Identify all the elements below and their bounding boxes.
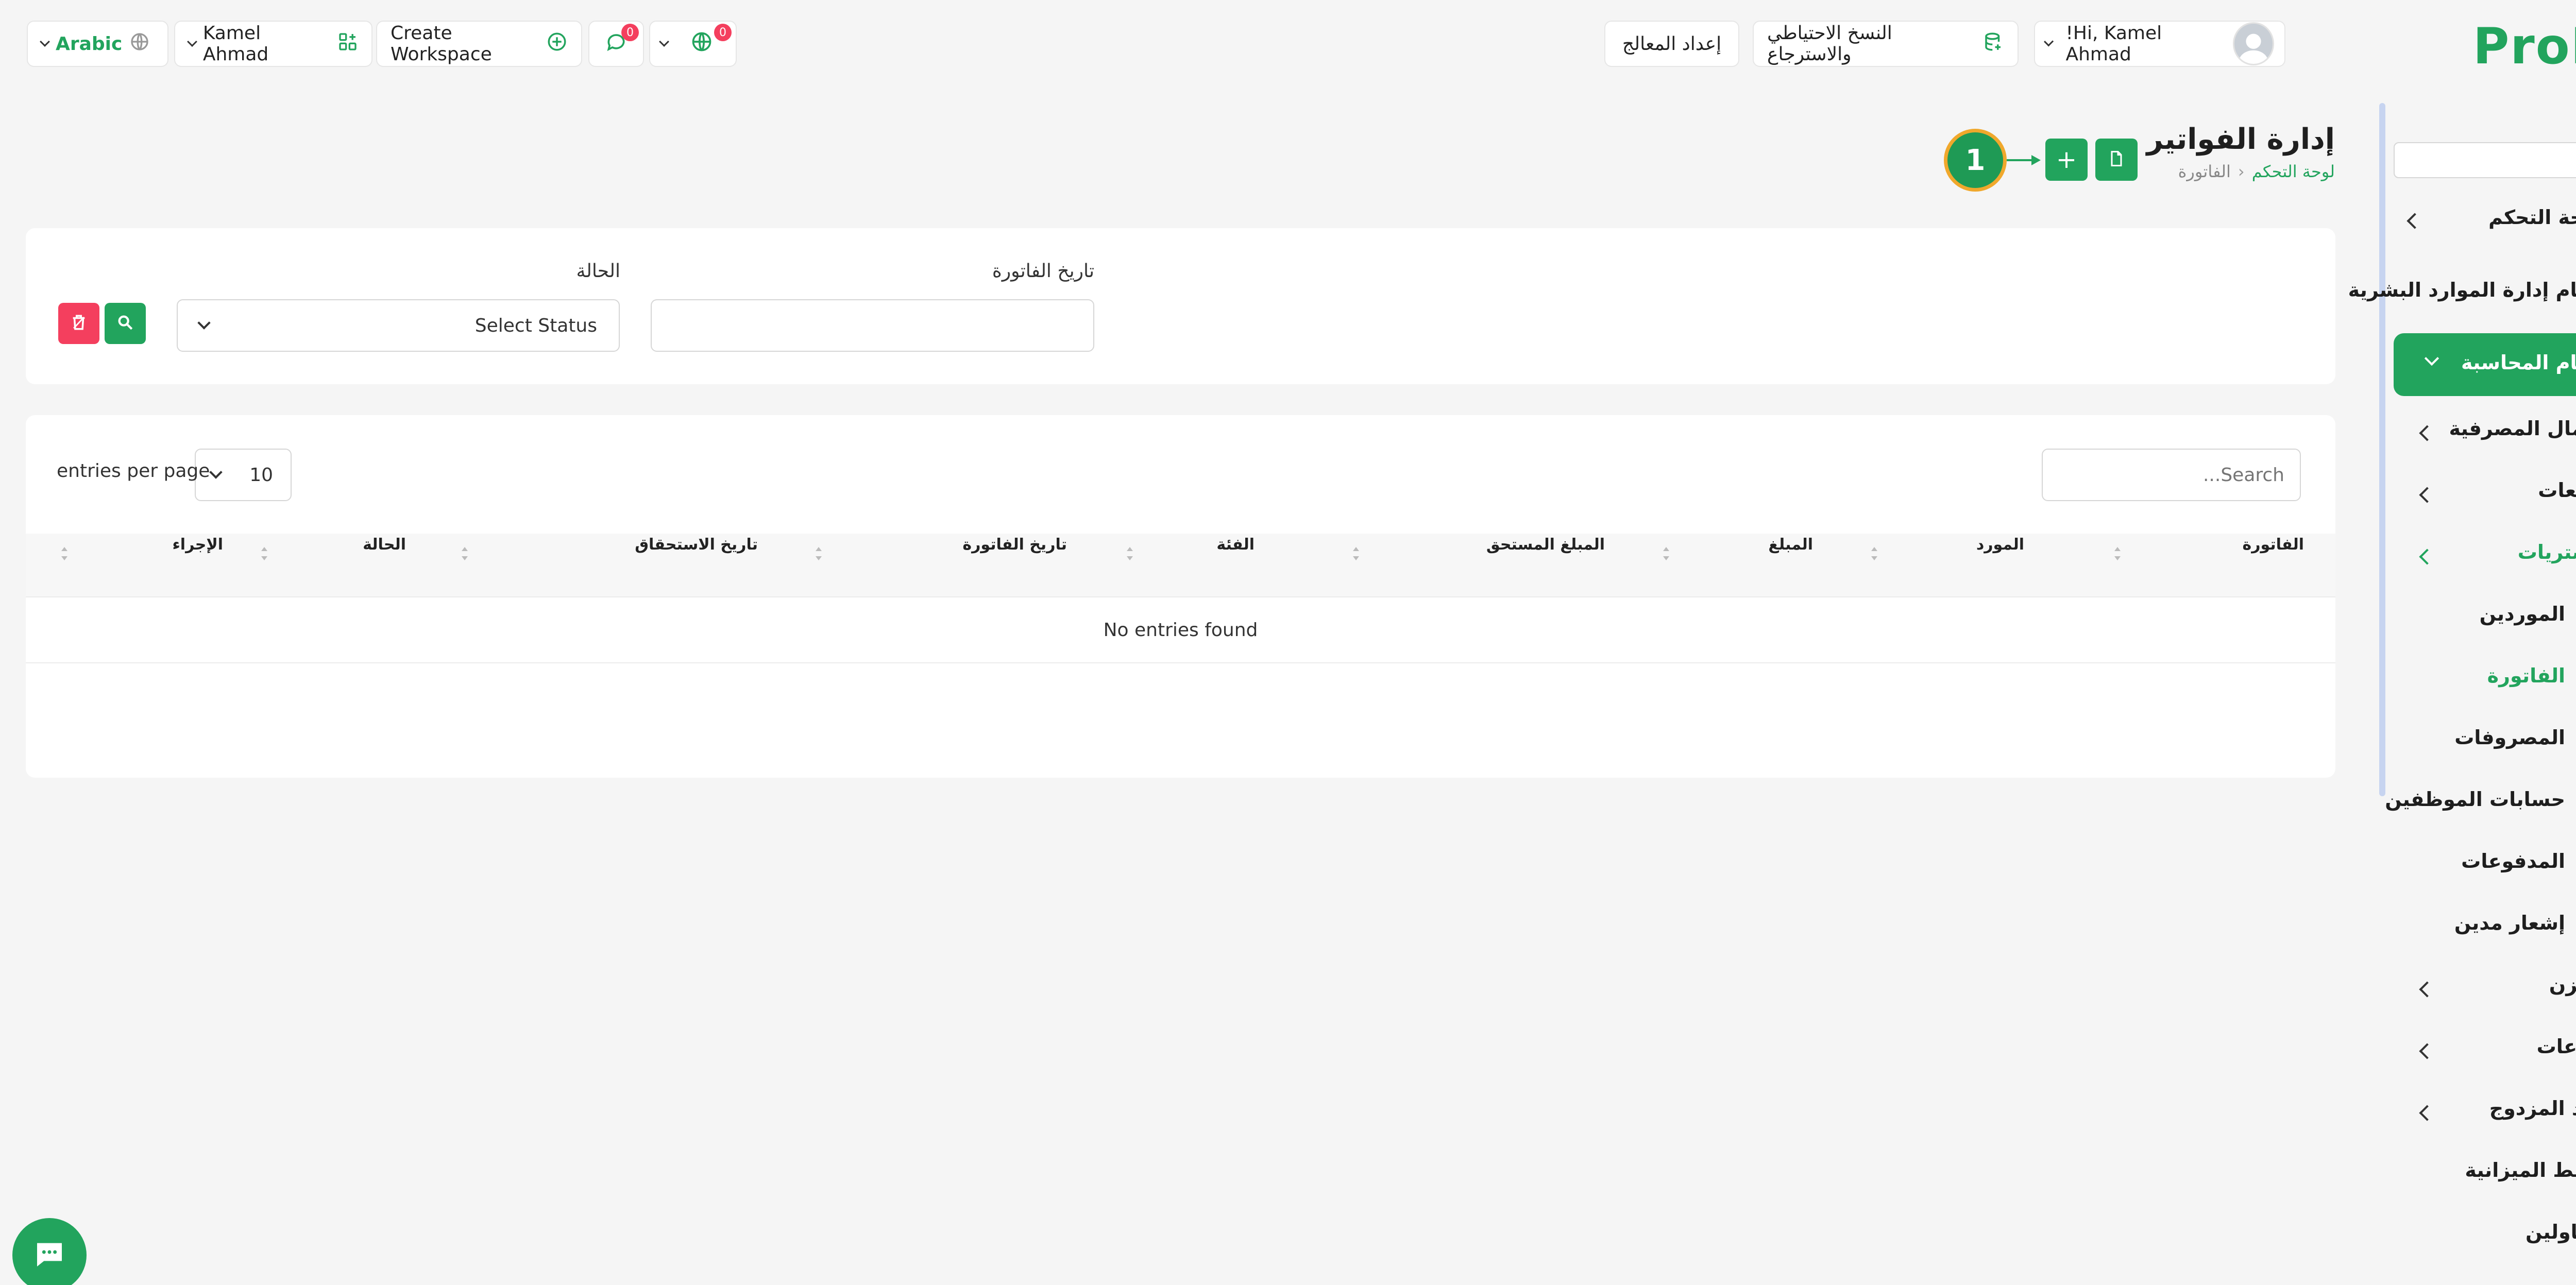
file-icon <box>2107 149 2126 170</box>
chat-badge: 0 <box>621 24 639 41</box>
sidebar-subitem-label: الموردين <box>2479 603 2565 625</box>
sidebar-subitem-label: المبيعات <box>2538 479 2576 502</box>
workspace-user-label: Kamel Ahmad <box>202 23 269 65</box>
sidebar-subitem-label: المشتريات <box>2517 541 2576 563</box>
sidebar-subitem-label: المقاولين <box>2526 1221 2576 1243</box>
globe-icon <box>690 30 713 58</box>
status-select[interactable]: Select Status <box>177 299 620 352</box>
globe-badge: 0 <box>714 24 732 41</box>
setup-wizard-label: إعداد المعالج <box>1622 33 1722 55</box>
avatar <box>2232 22 2274 65</box>
sidebar-subitem-label: إشعار مدين <box>2454 912 2565 934</box>
column-header-amount-due[interactable]: المبلغ المستحق <box>1486 536 1605 554</box>
column-header-action[interactable]: الإجراء <box>172 536 223 554</box>
sidebar-subitem-label: التبرعات <box>2536 1035 2576 1058</box>
chevron-down-icon <box>659 37 669 47</box>
status-label: الحالة <box>576 261 620 282</box>
column-header-due-date[interactable]: تاريخ الاستحقاق <box>635 536 758 554</box>
chat-bubble-icon <box>33 1238 66 1273</box>
column-header-invoice[interactable]: الفاتورة <box>2243 536 2304 554</box>
plus-icon: + <box>2056 145 2077 174</box>
sidebar-item-label: لوحة التحكم <box>2488 206 2576 229</box>
per-page-label: entries per page <box>57 460 210 482</box>
workspace-user-menu[interactable]: Kamel Ahmad <box>174 21 372 67</box>
column-header-status[interactable]: الحالة <box>363 536 406 554</box>
chevron-down-icon <box>209 466 223 479</box>
create-workspace-button[interactable]: Create Workspace <box>376 21 582 67</box>
table-search-input[interactable] <box>2042 449 2301 501</box>
search-icon <box>116 314 134 333</box>
trash-icon <box>70 314 88 333</box>
backup-restore-button[interactable]: النسخ الاحتياطي والاسترجاع <box>1753 21 2019 67</box>
sidebar-subitem-label: القيد المزدوج <box>2489 1097 2576 1120</box>
sidebar-subitem-label: مخطط الميزانية <box>2465 1159 2576 1181</box>
breadcrumb-current: الفاتورة <box>2178 162 2231 181</box>
sidebar-subitem-label: المدفوعات <box>2461 850 2565 872</box>
sidebar-scrollbar[interactable] <box>2379 103 2385 796</box>
greeting-label: !Hi, Kamel Ahmad <box>2065 23 2162 65</box>
step-marker: 1 <box>1944 129 2007 192</box>
apps-icon <box>337 31 358 57</box>
support-chat-button[interactable] <box>12 1218 87 1285</box>
column-header-supplier[interactable]: المورد <box>1976 536 2024 554</box>
sort-icon[interactable] <box>1352 547 1360 560</box>
language-selector[interactable]: Arabic <box>27 21 168 67</box>
sort-icon[interactable] <box>1871 547 1878 560</box>
invoice-date-label: تاريخ الفاتورة <box>992 261 1094 282</box>
empty-message: No entries found <box>1103 619 1258 641</box>
chevron-down-icon <box>2044 37 2054 47</box>
sort-icon[interactable] <box>1126 547 1133 560</box>
export-file-button[interactable] <box>2095 139 2138 181</box>
globe-menu-button[interactable]: 0 <box>649 21 737 67</box>
add-invoice-button[interactable]: + <box>2045 139 2088 181</box>
breadcrumb-separator-icon: ‹ <box>2238 162 2245 181</box>
chat-notifications-button[interactable]: 0 <box>588 21 644 67</box>
brand-logo[interactable]: ProFy <box>2473 18 2576 75</box>
column-header-invoice-date[interactable]: تاريخ الفاتورة <box>962 536 1067 554</box>
plus-circle-icon <box>546 31 568 57</box>
sidebar-item-label: نظام المحاسبة <box>2461 351 2576 374</box>
empty-row: No entries found <box>26 597 2335 663</box>
breadcrumb: لوحة التحكم ‹ الفاتورة <box>2178 162 2335 181</box>
sort-icon[interactable] <box>1663 547 1670 560</box>
sort-icon[interactable] <box>61 547 68 560</box>
status-select-value: Select Status <box>474 315 597 336</box>
invoice-date-input[interactable] <box>651 299 1094 352</box>
sort-icon[interactable] <box>815 547 822 560</box>
sidebar-search-input[interactable] <box>2394 142 2576 178</box>
sort-icon[interactable] <box>2114 547 2121 560</box>
sidebar-subitem-label: حسابات الموظفين <box>2385 788 2565 811</box>
sidebar-subitem-label: المخزن <box>2549 973 2576 996</box>
sidebar-subitem-label: الفاتورة <box>2487 664 2565 687</box>
chevron-down-icon <box>187 37 197 47</box>
sort-icon[interactable] <box>261 547 268 560</box>
database-icon <box>1982 31 2004 57</box>
language-label: Arabic <box>56 33 123 55</box>
per-page-value: 10 <box>249 464 273 486</box>
sidebar-subitem-label: المصروفات <box>2454 726 2565 749</box>
setup-wizard-button[interactable]: إعداد المعالج <box>1604 21 1739 67</box>
sidebar-item-label: نظام إدارة الموارد البشرية <box>2348 279 2576 301</box>
chevron-down-icon <box>197 316 211 330</box>
globe-icon <box>129 31 150 57</box>
column-header-category[interactable]: الفئة <box>1216 536 1255 554</box>
sidebar-subitem-label: الأعمال المصرفية <box>2449 417 2576 440</box>
sort-icon[interactable] <box>461 547 468 560</box>
user-profile-menu[interactable]: !Hi, Kamel Ahmad <box>2034 21 2285 67</box>
step-arrow-icon <box>2007 154 2042 168</box>
backup-restore-label: النسخ الاحتياطي والاسترجاع <box>1767 23 1892 65</box>
step-number: 1 <box>1965 143 1986 177</box>
page-title: إدارة الفواتير <box>2146 123 2335 156</box>
breadcrumb-home-link[interactable]: لوحة التحكم <box>2252 162 2335 181</box>
create-workspace-label: Create Workspace <box>391 23 492 65</box>
clear-filter-button[interactable] <box>58 303 99 344</box>
column-header-amount[interactable]: المبلغ <box>1768 536 1813 554</box>
chevron-down-icon <box>40 37 50 47</box>
search-filter-button[interactable] <box>105 303 146 344</box>
